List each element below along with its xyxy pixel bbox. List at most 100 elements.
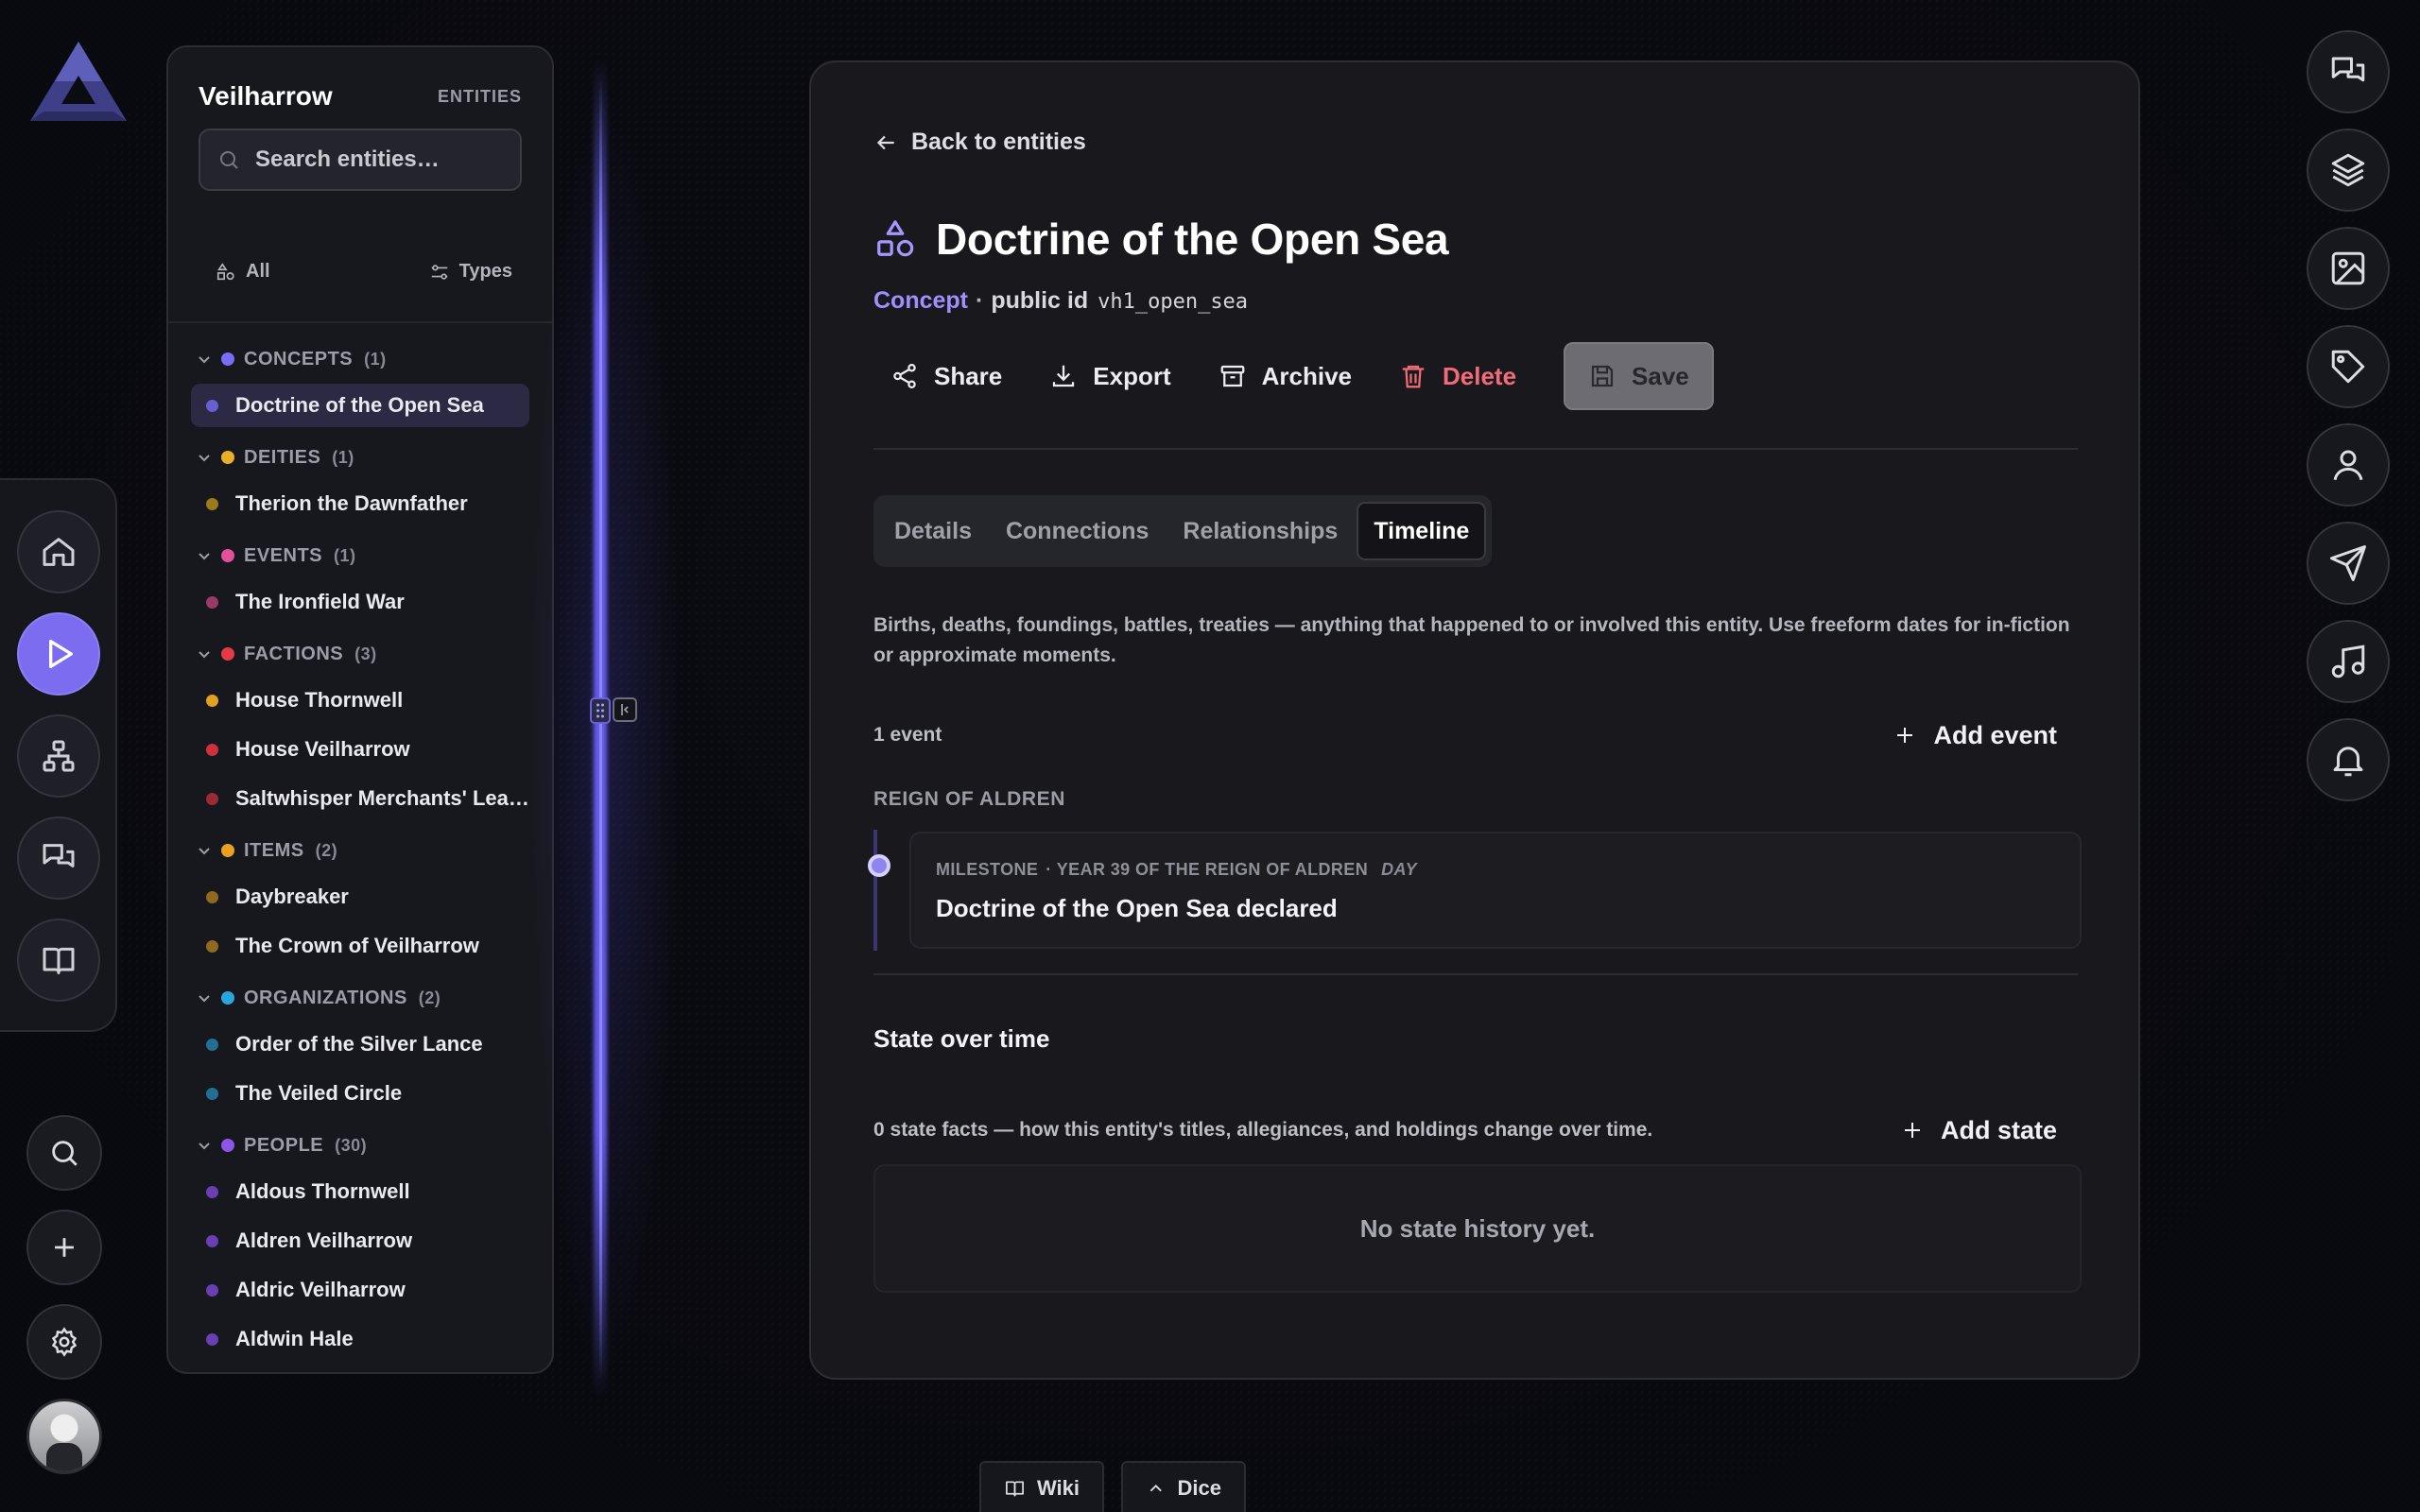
export-label: Export: [1093, 361, 1171, 390]
notifications-button[interactable]: [2307, 718, 2390, 801]
back-to-entities-link[interactable]: Back to entities: [873, 129, 1086, 156]
right-chat-button[interactable]: [2307, 30, 2390, 113]
download-icon: [1053, 365, 1075, 387]
share-button[interactable]: Share: [873, 342, 1019, 410]
concept-shapes-icon: [877, 220, 914, 257]
entity-color-dot: [206, 595, 218, 609]
entity-label: House Thornwell: [235, 688, 404, 712]
entity-color-dot: [206, 497, 218, 510]
plus-icon: [55, 1238, 74, 1257]
entity-list-item[interactable]: House Veilharrow: [191, 728, 529, 771]
add-event-label: Add event: [1933, 720, 2057, 749]
nav-graph-button[interactable]: [17, 714, 100, 798]
entity-color-dot: [206, 399, 218, 412]
entity-list-item[interactable]: Aldren Veilharrow: [191, 1219, 529, 1263]
timeline-era-label: REIGN OF ALDREN: [873, 788, 1066, 810]
create-button[interactable]: [26, 1210, 102, 1285]
group-count: (1): [334, 545, 356, 565]
splitter-line: [599, 76, 602, 1380]
chevron-down-icon: [199, 553, 210, 560]
entity-list-item[interactable]: The Ironfield War: [191, 580, 529, 624]
group-color-dot: [221, 1139, 234, 1152]
tab-timeline[interactable]: Timeline: [1357, 502, 1487, 560]
delete-label: Delete: [1443, 361, 1517, 390]
export-button[interactable]: Export: [1032, 342, 1187, 410]
entity-group-header[interactable]: CONCEPTS (1): [168, 335, 552, 384]
send-button[interactable]: [2307, 522, 2390, 605]
entity-color-dot: [206, 1087, 218, 1100]
timeline-event[interactable]: MILESTONE · YEAR 39 OF THE REIGN OF ALDR…: [909, 832, 2082, 949]
entity-color-dot: [206, 694, 218, 707]
entity-list-item[interactable]: The Veiled Circle: [191, 1072, 529, 1115]
nav-home-button[interactable]: [17, 510, 100, 593]
characters-button[interactable]: [2307, 423, 2390, 507]
bell-icon: [2333, 747, 2363, 777]
collapse-sidebar-button[interactable]: [613, 697, 637, 722]
global-search-button[interactable]: [26, 1115, 102, 1191]
tags-button[interactable]: [2307, 325, 2390, 408]
entity-list-item[interactable]: Saltwhisper Merchants' League: [191, 777, 529, 820]
dice-tab-button[interactable]: Dice: [1121, 1461, 1246, 1512]
images-button[interactable]: [2307, 227, 2390, 310]
entity-group-header[interactable]: EVENTS (1): [168, 531, 552, 580]
entity-list-item[interactable]: Aldwin Hale: [191, 1317, 529, 1361]
entity-list: CONCEPTS (1) Doctrine of the Open Sea DEITI…: [168, 329, 552, 1372]
entity-group-header[interactable]: ITEMS (2): [168, 826, 552, 875]
group-count: (2): [418, 988, 441, 1007]
add-event-button[interactable]: Add event: [1893, 721, 2057, 750]
nav-wiki-button[interactable]: [17, 919, 100, 1002]
back-label: Back to entities: [911, 129, 1086, 155]
nav-play-button[interactable]: [17, 612, 100, 696]
entity-color-dot: [206, 1283, 218, 1297]
entity-label: Therion the Dawnfather: [235, 491, 468, 515]
resize-handle[interactable]: [590, 697, 611, 724]
entity-list-item[interactable]: Aldric Veilharrow: [191, 1268, 529, 1312]
entity-group-header[interactable]: ORGANIZATIONS (2): [168, 973, 552, 1022]
user-icon: [2333, 450, 2363, 481]
filter-all-label: All: [246, 261, 270, 282]
save-button[interactable]: Save: [1564, 342, 1714, 410]
group-color-dot: [221, 352, 234, 366]
entity-list-item[interactable]: Doctrine of the Open Sea: [191, 384, 529, 427]
chevron-down-icon: [199, 848, 210, 855]
entity-group-header[interactable]: PEOPLE (30): [168, 1121, 552, 1170]
entity-list-item[interactable]: House Thornwell: [191, 679, 529, 722]
gear-icon: [51, 1327, 78, 1357]
entity-type-label[interactable]: Concept: [873, 287, 968, 315]
nav-chat-button[interactable]: [17, 816, 100, 900]
entity-label: Saltwhisper Merchants' League: [235, 786, 529, 810]
layers-button[interactable]: [2307, 129, 2390, 212]
plus-icon: [1897, 728, 1913, 743]
entity-search-input[interactable]: [255, 146, 501, 173]
delete-button[interactable]: Delete: [1382, 342, 1533, 410]
save-label: Save: [1632, 361, 1689, 390]
entity-list-item[interactable]: Order of the Silver Lance: [191, 1022, 529, 1066]
settings-button[interactable]: [26, 1304, 102, 1380]
tab-details[interactable]: Details: [879, 502, 987, 560]
panel-collapse-icon: [621, 704, 629, 715]
entity-list-item[interactable]: Aldous Thornwell: [191, 1170, 529, 1213]
event-date: · YEAR 39 OF THE REIGN OF ALDREN: [1046, 860, 1369, 879]
entity-list-item[interactable]: Daybreaker: [191, 875, 529, 919]
entity-group-header[interactable]: FACTIONS (3): [168, 629, 552, 679]
filter-types-button[interactable]: Types: [429, 261, 512, 283]
filter-all-button[interactable]: All: [216, 261, 270, 283]
world-title: Veilharrow: [199, 81, 333, 111]
tab-connections[interactable]: Connections: [991, 502, 1164, 560]
archive-icon: [1220, 365, 1244, 387]
tab-relationships[interactable]: Relationships: [1167, 502, 1353, 560]
entity-search[interactable]: [199, 129, 522, 191]
entity-list-item[interactable]: The Crown of Veilharrow: [191, 924, 529, 968]
group-label: ITEMS: [244, 839, 304, 861]
add-state-button[interactable]: Add state: [1901, 1116, 2057, 1145]
wiki-tab-button[interactable]: Wiki: [979, 1461, 1104, 1512]
group-label: DEITIES: [244, 446, 321, 468]
state-count-text: 0 state facts — how this entity's titles…: [873, 1119, 1653, 1141]
music-button[interactable]: [2307, 620, 2390, 703]
user-avatar[interactable]: [26, 1399, 102, 1474]
entity-group-header[interactable]: DEITIES (1): [168, 433, 552, 482]
archive-button[interactable]: Archive: [1201, 342, 1369, 410]
event-count: 1 event: [873, 724, 942, 746]
entity-list-item[interactable]: Therion the Dawnfather: [191, 482, 529, 525]
share-icon: [893, 364, 916, 388]
